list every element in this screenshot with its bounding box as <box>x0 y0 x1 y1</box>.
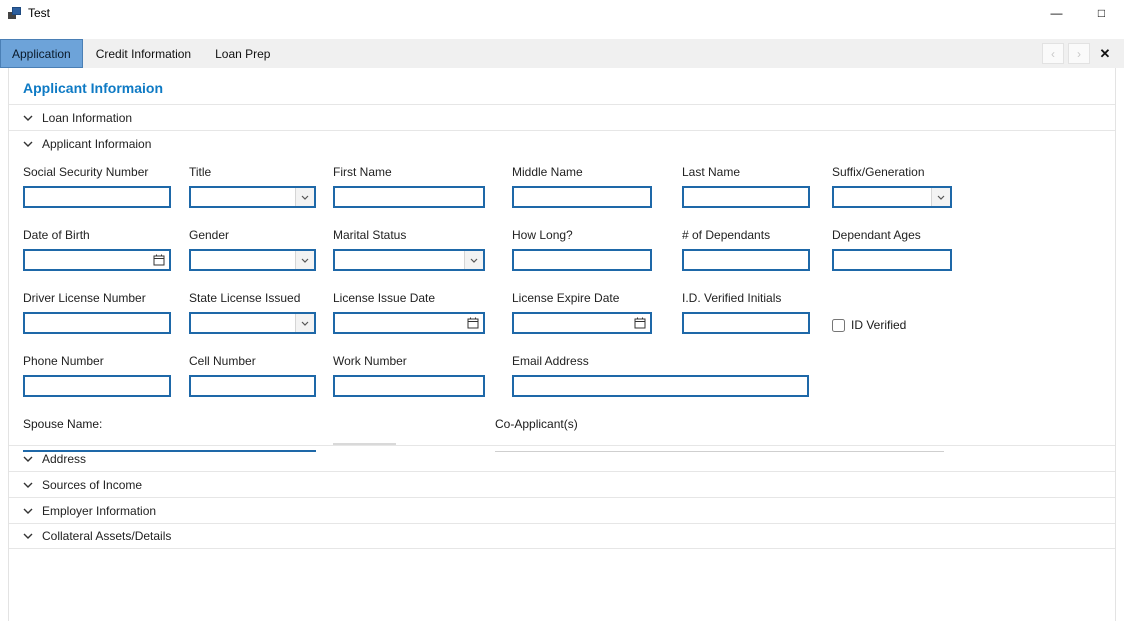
section-label: Collateral Assets/Details <box>42 529 171 543</box>
email-address-input[interactable] <box>512 375 809 397</box>
chevron-down-icon[interactable] <box>295 188 314 206</box>
minimize-button[interactable]: — <box>1034 0 1079 26</box>
section-header-loan-information[interactable]: Loan Information <box>9 105 1115 131</box>
close-tab-button[interactable]: ✕ <box>1094 43 1116 64</box>
spouse-name-field: Spouse Name: <box>23 417 316 445</box>
co-applicants-field: Co-Applicant(s) <box>495 417 944 445</box>
dob-datepicker[interactable] <box>23 249 171 271</box>
calendar-icon[interactable] <box>630 314 650 332</box>
dependant-ages-label: Dependant Ages <box>832 228 952 242</box>
dependants-label: # of Dependants <box>682 228 810 242</box>
email-address-label: Email Address <box>512 354 809 368</box>
cell-number-input[interactable] <box>189 375 316 397</box>
ssn-label: Social Security Number <box>23 165 171 179</box>
dob-label: Date of Birth <box>23 228 171 242</box>
chevron-down-icon[interactable] <box>931 188 950 206</box>
app-icon <box>8 7 22 19</box>
dependants-input[interactable] <box>682 249 810 271</box>
last-name-input[interactable] <box>682 186 810 208</box>
spouse-extra-underline <box>333 430 396 445</box>
gender-label: Gender <box>189 228 316 242</box>
dependant-ages-input[interactable] <box>832 249 952 271</box>
content-panel: Applicant Informaion Loan Information Ap… <box>8 68 1116 621</box>
section-label: Employer Information <box>42 504 156 518</box>
chevron-down-icon[interactable] <box>295 251 314 269</box>
state-license-select[interactable] <box>189 312 316 334</box>
section-header-sources-of-income[interactable]: Sources of Income <box>9 471 1115 497</box>
tab-loan-prep[interactable]: Loan Prep <box>204 39 281 68</box>
phone-number-label: Phone Number <box>23 354 171 368</box>
middle-name-label: Middle Name <box>512 165 652 179</box>
how-long-label: How Long? <box>512 228 652 242</box>
id-verified-checkbox[interactable] <box>832 319 845 332</box>
tab-credit-information[interactable]: Credit Information <box>85 39 202 68</box>
tab-scroll-left-button[interactable]: ‹ <box>1042 43 1064 64</box>
maximize-button[interactable]: □ <box>1079 0 1124 26</box>
chevron-down-icon <box>23 115 33 121</box>
first-name-input[interactable] <box>333 186 485 208</box>
tab-scroll-right-button[interactable]: › <box>1068 43 1090 64</box>
license-expire-datepicker[interactable] <box>512 312 652 334</box>
section-header-applicant-information[interactable]: Applicant Informaion <box>9 131 1115 157</box>
section-label: Applicant Informaion <box>42 137 151 151</box>
tab-strip: Application Credit Information Loan Prep… <box>0 39 1124 68</box>
driver-license-label: Driver License Number <box>23 291 171 305</box>
ssn-input[interactable] <box>23 186 171 208</box>
marital-status-label: Marital Status <box>333 228 485 242</box>
license-expire-date-label: License Expire Date <box>512 291 652 305</box>
id-verified-checkbox-field: ID Verified <box>832 291 906 332</box>
tab-application[interactable]: Application <box>0 39 83 68</box>
middle-name-input[interactable] <box>512 186 652 208</box>
id-verified-label: ID Verified <box>851 318 906 332</box>
window-title: Test <box>28 6 50 20</box>
license-issue-datepicker[interactable] <box>333 312 485 334</box>
applicant-form: Social Security Number Title First Name … <box>9 157 1115 445</box>
chevron-down-icon <box>23 456 33 462</box>
last-name-label: Last Name <box>682 165 810 179</box>
page-title: Applicant Informaion <box>9 68 1115 105</box>
driver-license-input[interactable] <box>23 312 171 334</box>
calendar-icon[interactable] <box>463 314 483 332</box>
chevron-down-icon <box>23 141 33 147</box>
suffix-label: Suffix/Generation <box>832 165 952 179</box>
how-long-input[interactable] <box>512 249 652 271</box>
id-verified-initials-label: I.D. Verified Initials <box>682 291 810 305</box>
work-number-input[interactable] <box>333 375 485 397</box>
title-label: Title <box>189 165 316 179</box>
co-applicants-input[interactable] <box>495 437 944 452</box>
chevron-down-icon[interactable] <box>295 314 314 332</box>
marital-status-select[interactable] <box>333 249 485 271</box>
phone-number-input[interactable] <box>23 375 171 397</box>
section-label: Sources of Income <box>42 478 142 492</box>
chevron-down-icon <box>23 482 33 488</box>
title-select[interactable] <box>189 186 316 208</box>
gender-select[interactable] <box>189 249 316 271</box>
spouse-name-input[interactable] <box>23 437 316 452</box>
calendar-icon[interactable] <box>149 251 169 269</box>
section-header-employer-information[interactable]: Employer Information <box>9 497 1115 523</box>
title-bar: Test — □ <box>0 0 1124 26</box>
first-name-label: First Name <box>333 165 485 179</box>
co-applicants-label: Co-Applicant(s) <box>495 417 944 431</box>
license-issue-date-label: License Issue Date <box>333 291 485 305</box>
id-verified-initials-input[interactable] <box>682 312 810 334</box>
section-label: Address <box>42 452 86 466</box>
suffix-select[interactable] <box>832 186 952 208</box>
cell-number-label: Cell Number <box>189 354 316 368</box>
work-number-label: Work Number <box>333 354 485 368</box>
spouse-name-label: Spouse Name: <box>23 417 316 431</box>
section-label: Loan Information <box>42 111 132 125</box>
chevron-down-icon <box>23 508 33 514</box>
chevron-down-icon[interactable] <box>464 251 483 269</box>
state-license-label: State License Issued <box>189 291 316 305</box>
chevron-down-icon <box>23 533 33 539</box>
section-header-collateral[interactable]: Collateral Assets/Details <box>9 523 1115 549</box>
